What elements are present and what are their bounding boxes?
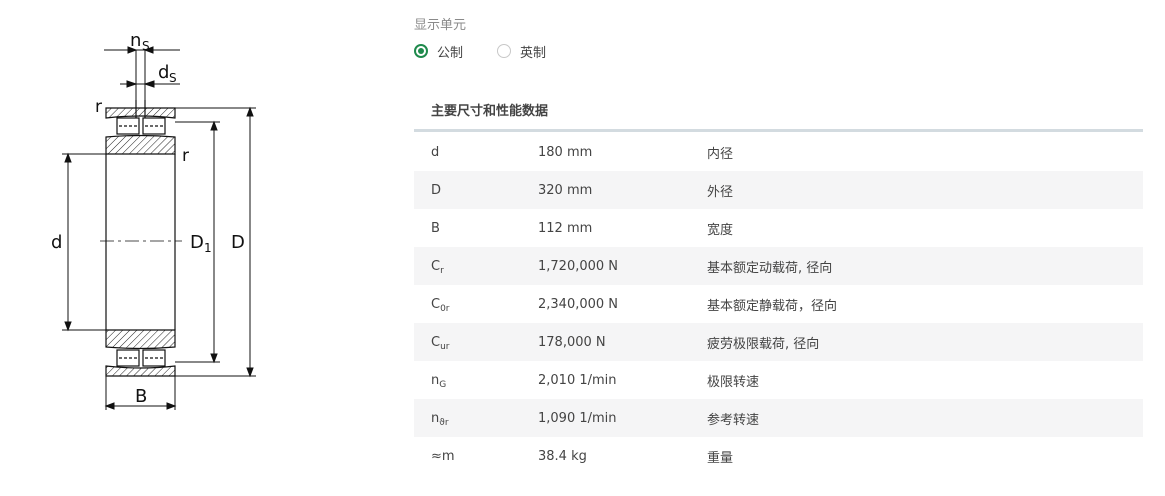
r-label-mid: r bbox=[182, 146, 189, 166]
ds-subscript: S bbox=[169, 71, 177, 85]
value-cell: 320 mm bbox=[538, 182, 593, 198]
value-cell: 112 mm bbox=[538, 220, 593, 236]
imperial-label: 英制 bbox=[520, 45, 547, 61]
table-row: d 180 mm 内径 bbox=[414, 133, 1143, 171]
metric-radio[interactable]: 公制 bbox=[414, 42, 463, 61]
table-row: nG 2,010 1/min 极限转速 bbox=[414, 361, 1143, 399]
description-cell: 基本额定动载荷, 径向 bbox=[707, 260, 833, 276]
D-label: D bbox=[231, 232, 245, 253]
symbol-cell: B bbox=[431, 220, 440, 236]
symbol-cell: D bbox=[431, 182, 442, 198]
table-row: B 112 mm 宽度 bbox=[414, 209, 1143, 247]
description-cell: 疲劳极限载荷, 径向 bbox=[707, 336, 820, 352]
ds-label: d bbox=[158, 62, 169, 83]
table-title: 主要尺寸和性能数据 bbox=[431, 104, 549, 119]
value-cell: 2,340,000 N bbox=[538, 296, 619, 312]
table-row: ≈m 38.4 kg 重量 bbox=[414, 437, 1143, 475]
symbol-cell: Cur bbox=[431, 334, 450, 352]
description-cell: 宽度 bbox=[707, 222, 734, 238]
D1-label: D bbox=[190, 232, 204, 253]
value-cell: 178,000 N bbox=[538, 334, 606, 350]
table-row: C0r 2,340,000 N 基本额定静载荷，径向 bbox=[414, 285, 1143, 323]
symbol-cell: nG bbox=[431, 372, 447, 390]
symbol-cell: d bbox=[431, 144, 440, 160]
value-cell: 180 mm bbox=[538, 144, 593, 160]
value-cell: 1,720,000 N bbox=[538, 258, 619, 274]
radio-unselected-icon bbox=[497, 44, 512, 58]
description-cell: 外径 bbox=[707, 184, 734, 200]
symbol-cell: Cr bbox=[431, 258, 444, 276]
radio-selected-icon bbox=[414, 44, 428, 58]
r-label-top: r bbox=[95, 97, 102, 117]
units-label: 显示单元 bbox=[414, 18, 467, 33]
metric-label: 公制 bbox=[437, 45, 464, 61]
d-label: d bbox=[51, 232, 62, 253]
value-cell: 38.4 kg bbox=[538, 448, 587, 464]
ns-subscript: S bbox=[142, 39, 150, 53]
bearing-cross-section: n S d S r r d D 1 D B bbox=[51, 30, 256, 410]
ns-label: n bbox=[130, 30, 141, 51]
table-header-rule bbox=[414, 129, 1143, 132]
symbol-cell: C0r bbox=[431, 296, 450, 314]
bearing-drawing: n S d S r r d D 1 D B bbox=[0, 0, 300, 496]
D1-subscript: 1 bbox=[204, 241, 212, 255]
table-row: Cur 178,000 N 疲劳极限载荷, 径向 bbox=[414, 323, 1143, 361]
description-cell: 极限转速 bbox=[707, 374, 760, 390]
description-cell: 参考转速 bbox=[707, 412, 760, 428]
description-cell: 内径 bbox=[707, 146, 734, 162]
B-label: B bbox=[135, 386, 147, 407]
symbol-cell: ≈m bbox=[431, 448, 455, 464]
table-row: Cr 1,720,000 N 基本额定动载荷, 径向 bbox=[414, 247, 1143, 285]
description-cell: 重量 bbox=[707, 450, 734, 466]
symbol-cell: nϑr bbox=[431, 410, 449, 428]
value-cell: 2,010 1/min bbox=[538, 372, 617, 388]
imperial-radio[interactable]: 英制 bbox=[497, 42, 546, 61]
dimensions-table: d 180 mm 内径 D 320 mm 外径 B 112 mm 宽度 Cr 1… bbox=[414, 133, 1143, 475]
value-cell: 1,090 1/min bbox=[538, 410, 617, 426]
table-row: nϑr 1,090 1/min 参考转速 bbox=[414, 399, 1143, 437]
description-cell: 基本额定静载荷，径向 bbox=[707, 298, 838, 314]
table-row: D 320 mm 外径 bbox=[414, 171, 1143, 209]
units-radio-group: 公制 英制 bbox=[414, 40, 580, 62]
